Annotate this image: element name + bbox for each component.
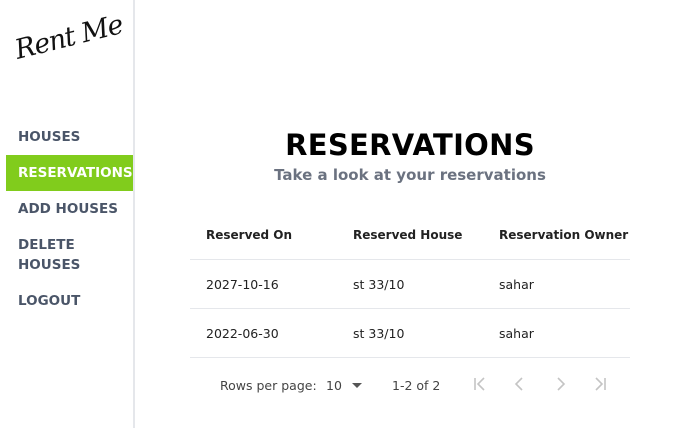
cell-reservation-owner: sahar [499, 325, 534, 341]
cell-reserved-on: 2022-06-30 [206, 325, 279, 341]
logo-text: Rent Me [11, 9, 126, 66]
table-header-row: Reserved On Reserved House Reservation O… [190, 210, 630, 260]
table-row[interactable]: 2027-10-16 st 33/10 sahar [190, 260, 630, 309]
cell-reservation-owner: sahar [499, 276, 534, 292]
column-header-reservation-owner[interactable]: Reservation Owner [499, 210, 628, 259]
cell-reserved-house: st 33/10 [353, 276, 405, 292]
chevron-down-icon[interactable] [352, 383, 362, 388]
cell-reserved-house: st 33/10 [353, 325, 405, 341]
sidebar-item-houses[interactable]: HOUSES [6, 119, 133, 155]
sidebar-item-delete-houses[interactable]: DELETE HOUSES [6, 227, 96, 283]
table-row[interactable]: 2022-06-30 st 33/10 sahar [190, 309, 630, 358]
previous-page-icon[interactable] [510, 374, 530, 394]
reservations-table: Reserved On Reserved House Reservation O… [190, 210, 630, 358]
sidebar-nav: HOUSES RESERVATIONS ADD HOUSES DELETE HO… [6, 119, 133, 319]
sidebar: Rent Me HOUSES RESERVATIONS ADD HOUSES D… [0, 0, 135, 428]
column-header-reserved-house[interactable]: Reserved House [353, 210, 462, 259]
pagination: Rows per page: 10 1-2 of 2 [190, 360, 630, 410]
sidebar-item-reservations[interactable]: RESERVATIONS [6, 155, 133, 191]
page-title: RESERVATIONS [285, 128, 535, 162]
sidebar-item-logout[interactable]: LOGOUT [6, 283, 133, 319]
pagination-range: 1-2 of 2 [392, 378, 441, 393]
rows-per-page-label: Rows per page: [220, 378, 317, 393]
first-page-icon[interactable] [470, 374, 490, 394]
sidebar-item-add-houses[interactable]: ADD HOUSES [6, 191, 133, 227]
rows-per-page-select[interactable]: 10 [326, 378, 342, 393]
column-header-reserved-on[interactable]: Reserved On [206, 210, 292, 259]
logo[interactable]: Rent Me [12, 9, 126, 66]
next-page-icon[interactable] [550, 374, 570, 394]
page-subtitle: Take a look at your reservations [274, 166, 546, 184]
cell-reserved-on: 2027-10-16 [206, 276, 279, 292]
last-page-icon[interactable] [590, 374, 610, 394]
